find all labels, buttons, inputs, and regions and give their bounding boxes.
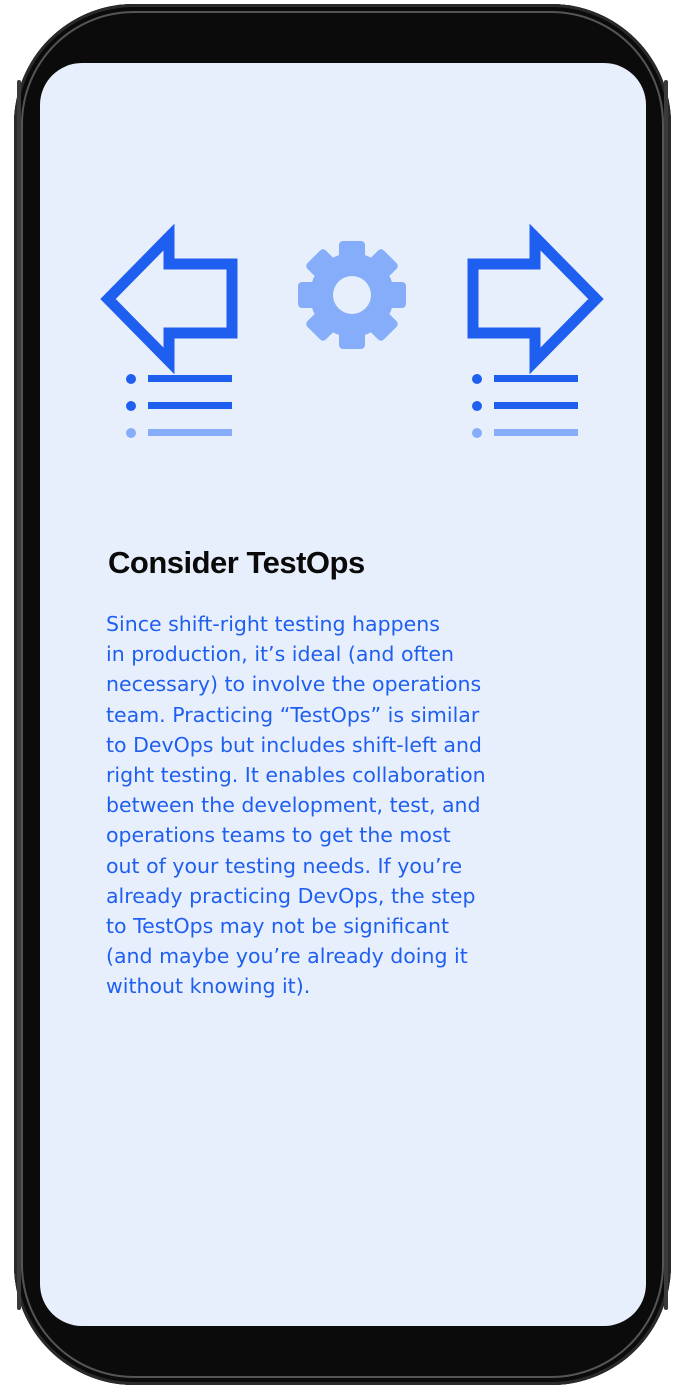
gear-icon [298, 241, 406, 349]
list-icon [472, 374, 578, 438]
testops-illustration [100, 223, 604, 438]
list-icon [126, 374, 232, 438]
arrow-left-icon [100, 223, 238, 375]
slide-title: Consider TestOps [108, 545, 365, 580]
arrow-right-icon [467, 223, 604, 375]
phone-screen: Consider TestOps Since shift-right testi… [40, 63, 646, 1326]
slide-body-text: Since shift-right testing happens in pro… [106, 612, 486, 999]
phone-edge-left [17, 80, 21, 1310]
phone-edge-right [664, 80, 668, 1310]
